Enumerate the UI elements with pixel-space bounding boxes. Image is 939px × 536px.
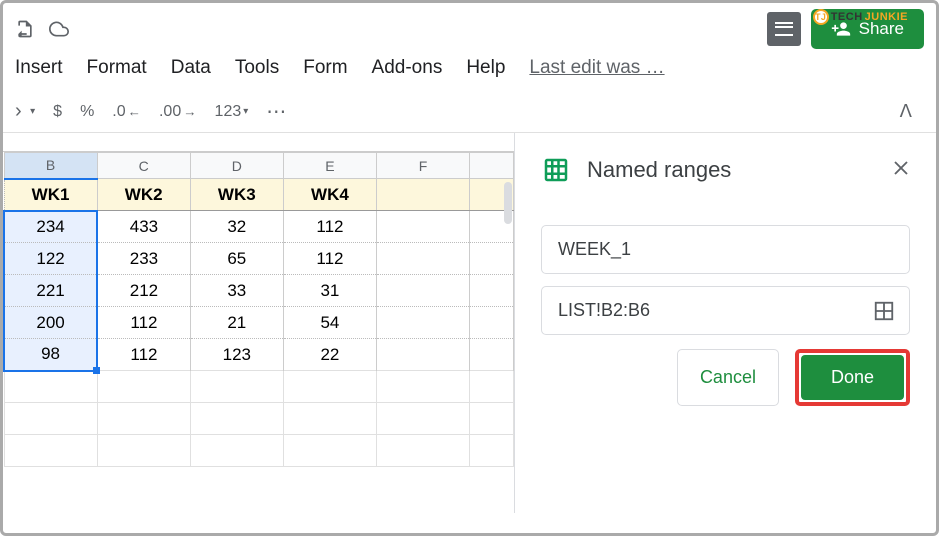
cell-g3[interactable] bbox=[470, 243, 514, 275]
cloud-status-icon[interactable] bbox=[47, 19, 71, 39]
watermark-logo: TJ TECHJUNKIE bbox=[813, 9, 908, 25]
blank-row-1 bbox=[4, 371, 514, 403]
number-format-dropdown[interactable]: 123▾ bbox=[215, 103, 249, 121]
cell-f5[interactable] bbox=[377, 307, 470, 339]
watermark-text-b: JUNKIE bbox=[865, 11, 908, 23]
cell-d5[interactable]: 21 bbox=[190, 307, 283, 339]
cell-f2[interactable] bbox=[377, 211, 470, 243]
data-row-2: 122 233 65 112 bbox=[4, 243, 514, 275]
blank-row-2 bbox=[4, 403, 514, 435]
col-header-blank[interactable] bbox=[470, 153, 514, 179]
data-row-5: 98 112 123 22 bbox=[4, 339, 514, 371]
col-header-e[interactable]: E bbox=[283, 153, 376, 179]
range-name-field[interactable] bbox=[541, 225, 910, 274]
close-icon bbox=[892, 159, 910, 177]
range-ref-field[interactable] bbox=[541, 286, 910, 335]
panel-header: Named ranges bbox=[541, 155, 910, 185]
toolbar: › ▾ $ % .0← .00→ 123▾ ⋯ ᐱ bbox=[3, 91, 936, 133]
menu-bar: Insert Format Data Tools Form Add-ons He… bbox=[3, 49, 936, 91]
cell-f6[interactable] bbox=[377, 339, 470, 371]
move-file-icon[interactable] bbox=[15, 19, 35, 39]
cell-d3[interactable]: 65 bbox=[190, 243, 283, 275]
increase-decimal-button[interactable]: .00→ bbox=[159, 103, 197, 121]
cell-f3[interactable] bbox=[377, 243, 470, 275]
cell-d2[interactable]: 32 bbox=[190, 211, 283, 243]
format-currency-button[interactable]: $ bbox=[53, 103, 62, 121]
cell-g6[interactable] bbox=[470, 339, 514, 371]
toolbar-collapse-button[interactable]: ᐱ bbox=[900, 101, 924, 122]
blank-row-3 bbox=[4, 435, 514, 467]
cell-e6[interactable]: 22 bbox=[283, 339, 376, 371]
format-percent-button[interactable]: % bbox=[80, 103, 94, 121]
cell-c2[interactable]: 433 bbox=[97, 211, 190, 243]
main-area: B C D E F WK1 WK2 WK3 WK4 234 433 32 112 bbox=[3, 133, 936, 513]
menu-help[interactable]: Help bbox=[466, 57, 505, 79]
menu-form[interactable]: Form bbox=[303, 57, 347, 79]
panel-title: Named ranges bbox=[587, 157, 731, 183]
cell-b3[interactable]: 122 bbox=[4, 243, 97, 275]
cell-b2[interactable]: 234 bbox=[4, 211, 97, 243]
cell-b4[interactable]: 221 bbox=[4, 275, 97, 307]
cell-e3[interactable]: 112 bbox=[283, 243, 376, 275]
spreadsheet-grid[interactable]: B C D E F WK1 WK2 WK3 WK4 234 433 32 112 bbox=[3, 151, 514, 513]
cell-g4[interactable] bbox=[470, 275, 514, 307]
cell-e2[interactable]: 112 bbox=[283, 211, 376, 243]
cell-f1[interactable] bbox=[377, 179, 470, 211]
cell-d4[interactable]: 33 bbox=[190, 275, 283, 307]
menu-insert[interactable]: Insert bbox=[15, 57, 63, 79]
watermark-badge: TJ bbox=[813, 9, 829, 25]
comment-history-button[interactable] bbox=[767, 12, 801, 46]
data-row-4: 200 112 21 54 bbox=[4, 307, 514, 339]
cell-d6[interactable]: 123 bbox=[190, 339, 283, 371]
cell-c1[interactable]: WK2 bbox=[97, 179, 190, 211]
col-header-d[interactable]: D bbox=[190, 153, 283, 179]
range-ref-input[interactable] bbox=[556, 299, 873, 322]
cell-b5[interactable]: 200 bbox=[4, 307, 97, 339]
cell-c3[interactable]: 233 bbox=[97, 243, 190, 275]
menu-format[interactable]: Format bbox=[87, 57, 147, 79]
close-panel-button[interactable] bbox=[892, 157, 910, 183]
menu-tools[interactable]: Tools bbox=[235, 57, 279, 79]
last-edit-link[interactable]: Last edit was … bbox=[529, 57, 664, 79]
cell-b6[interactable]: 98 bbox=[4, 339, 97, 371]
data-header-row: WK1 WK2 WK3 WK4 bbox=[4, 179, 514, 211]
select-range-icon[interactable] bbox=[873, 300, 895, 322]
decrease-decimal-button[interactable]: .0← bbox=[112, 103, 141, 121]
cell-e5[interactable]: 54 bbox=[283, 307, 376, 339]
data-row-3: 221 212 33 31 bbox=[4, 275, 514, 307]
col-header-c[interactable]: C bbox=[97, 153, 190, 179]
cell-c4[interactable]: 212 bbox=[97, 275, 190, 307]
selection-handle[interactable] bbox=[93, 367, 100, 374]
vertical-scrollbar-thumb[interactable] bbox=[504, 182, 512, 224]
data-row-1: 234 433 32 112 bbox=[4, 211, 514, 243]
cell-e1[interactable]: WK4 bbox=[283, 179, 376, 211]
menu-addons[interactable]: Add-ons bbox=[372, 57, 443, 79]
menu-data[interactable]: Data bbox=[171, 57, 211, 79]
cell-c6[interactable]: 112 bbox=[97, 339, 190, 371]
col-header-b[interactable]: B bbox=[4, 153, 97, 179]
cell-d1[interactable]: WK3 bbox=[190, 179, 283, 211]
cell-f4[interactable] bbox=[377, 275, 470, 307]
titlebar: Share bbox=[3, 3, 936, 49]
toolbar-more-button[interactable]: ⋯ bbox=[266, 99, 289, 124]
named-ranges-panel: Named ranges Cancel Done bbox=[514, 133, 936, 513]
column-header-row: B C D E F bbox=[4, 153, 514, 179]
cancel-button[interactable]: Cancel bbox=[677, 349, 779, 406]
toolbar-dropdown[interactable]: › ▾ bbox=[15, 100, 35, 123]
watermark-text-a: TECH bbox=[831, 11, 863, 23]
sheets-icon bbox=[541, 155, 571, 185]
col-header-f[interactable]: F bbox=[377, 153, 470, 179]
cell-e4[interactable]: 31 bbox=[283, 275, 376, 307]
cell-c5[interactable]: 112 bbox=[97, 307, 190, 339]
range-name-input[interactable] bbox=[556, 238, 895, 261]
panel-buttons: Cancel Done bbox=[541, 349, 910, 406]
cell-b1[interactable]: WK1 bbox=[4, 179, 97, 211]
done-button[interactable]: Done bbox=[801, 355, 904, 400]
cell-g5[interactable] bbox=[470, 307, 514, 339]
done-highlight: Done bbox=[795, 349, 910, 406]
